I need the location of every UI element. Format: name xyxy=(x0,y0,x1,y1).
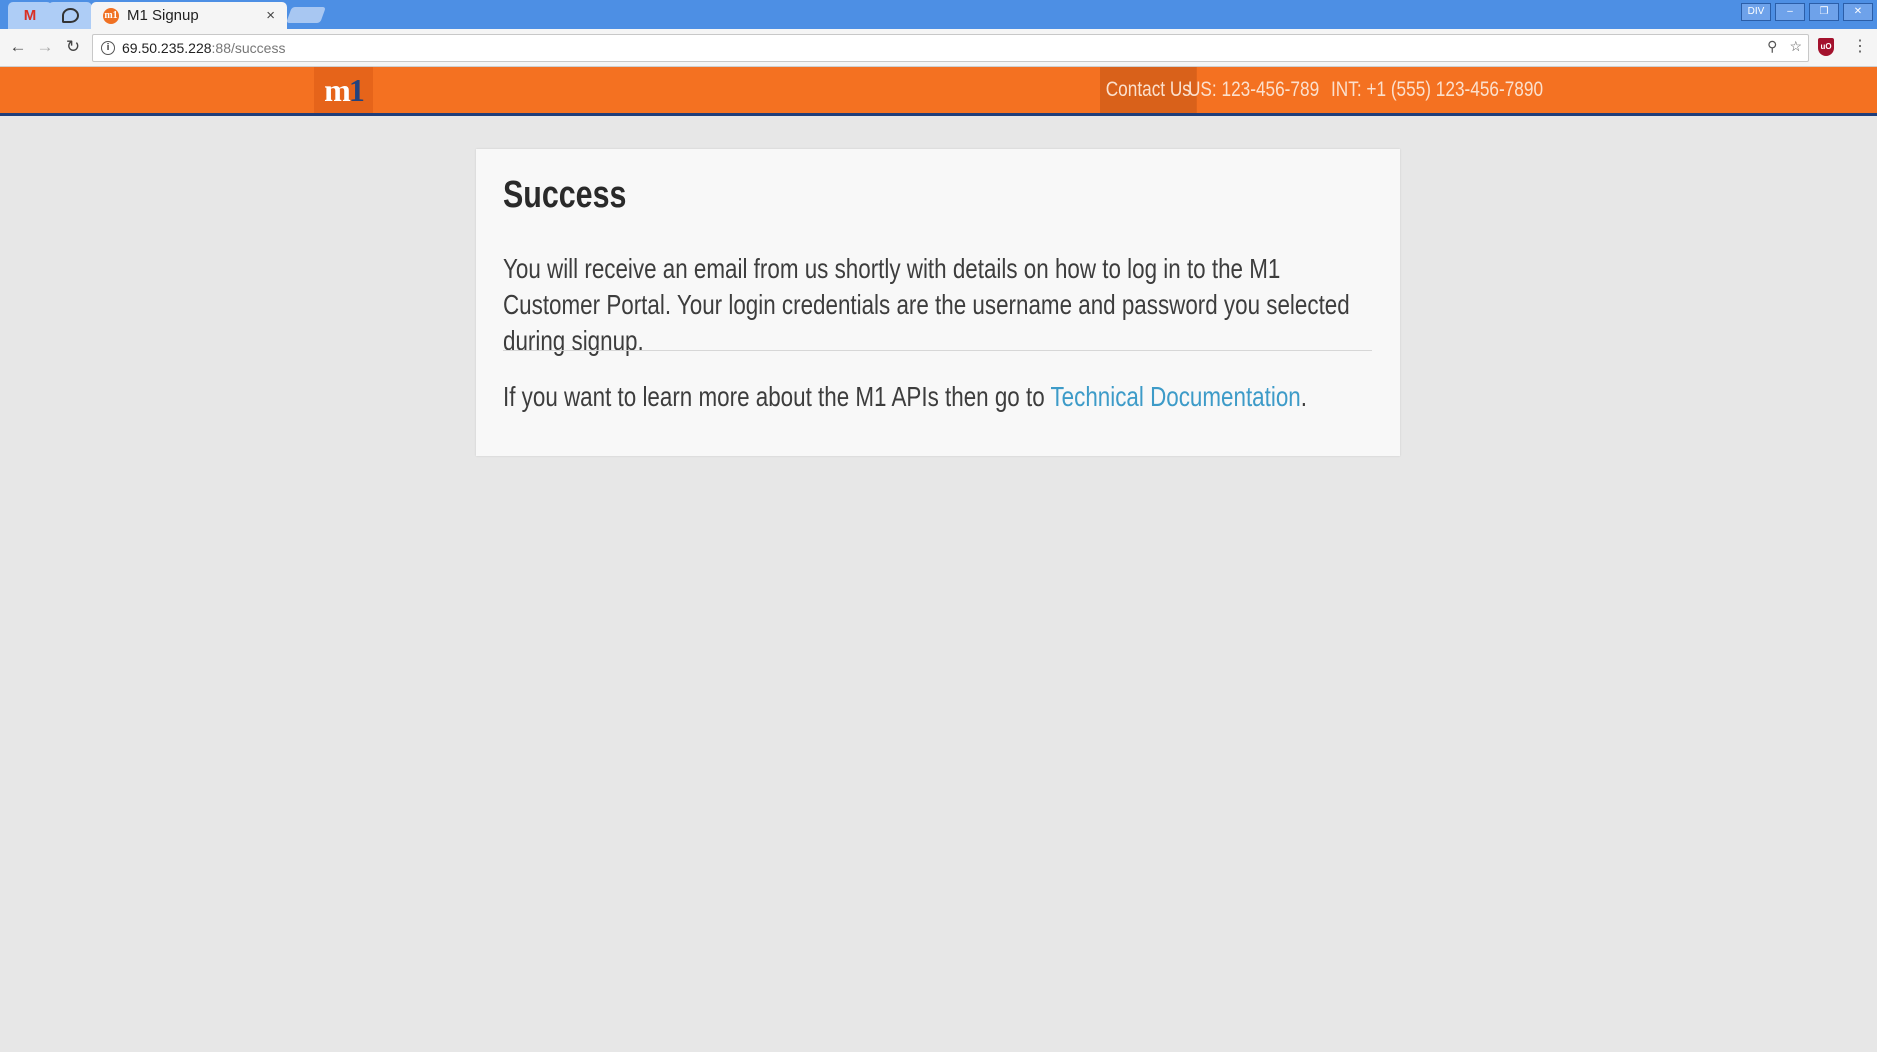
site-header: m1 Contact Us US: 123-456-789 INT: +1 (5… xyxy=(0,67,1877,116)
ublock-extension-icon[interactable]: uO xyxy=(1818,38,1834,56)
forward-button[interactable]: → xyxy=(35,37,55,57)
m1-favicon-icon: m1 xyxy=(103,7,119,24)
tab-close-icon[interactable]: × xyxy=(266,7,275,24)
key-icon[interactable]: ⚲ xyxy=(1767,38,1777,55)
success-message: You will receive an email from us shortl… xyxy=(503,253,1350,356)
info-icon[interactable]: i xyxy=(101,41,115,55)
minimize-button[interactable]: – xyxy=(1775,3,1805,21)
phone-international: INT: +1 (555) 123-456-7890 xyxy=(1331,78,1544,101)
restore-button[interactable]: ❐ xyxy=(1809,3,1839,21)
back-button[interactable]: ← xyxy=(8,37,28,57)
bookmark-star-icon[interactable]: ☆ xyxy=(1789,38,1802,55)
url-path: :88/success xyxy=(211,40,286,56)
window-controls: DIV – ❐ ✕ xyxy=(1741,3,1873,21)
gmail-icon: M xyxy=(23,7,37,24)
pinned-tab-gmail[interactable]: M xyxy=(8,2,52,29)
docs-message: If you want to learn more about the M1 A… xyxy=(503,379,1307,415)
profile-button[interactable]: DIV xyxy=(1741,3,1771,21)
browser-menu-icon[interactable]: ⋮ xyxy=(1852,37,1868,57)
address-bar[interactable]: i 69.50.235.228 :88/success ⚲ ☆ xyxy=(92,34,1809,62)
divider xyxy=(503,350,1372,351)
page-title: Success xyxy=(503,174,627,216)
browser-tab-strip: M m1 M1 Signup × DIV – ❐ ✕ xyxy=(0,0,1877,29)
success-card: Success You will receive an email from u… xyxy=(476,149,1400,456)
contact-us-link[interactable]: Contact Us xyxy=(1100,67,1197,113)
browser-toolbar: ← → ↻ i 69.50.235.228 :88/success ⚲ ☆ uO… xyxy=(0,29,1877,67)
logo-text: m1 xyxy=(324,71,365,108)
technical-documentation-link[interactable]: Technical Documentation xyxy=(1050,381,1300,412)
url-host: 69.50.235.228 xyxy=(122,40,212,56)
docs-message-suffix: . xyxy=(1300,381,1307,412)
close-window-button[interactable]: ✕ xyxy=(1843,3,1873,21)
omnibox-actions: ⚲ ☆ xyxy=(1767,38,1802,55)
reload-button[interactable]: ↻ xyxy=(63,37,83,57)
m1-logo[interactable]: m1 xyxy=(314,67,373,113)
phone-us: US: 123-456-789 xyxy=(1188,78,1320,101)
chat-bubble-icon xyxy=(61,8,79,23)
docs-message-prefix: If you want to learn more about the M1 A… xyxy=(503,381,1051,412)
pinned-tab-hangouts[interactable] xyxy=(48,2,92,29)
tab-m1-signup[interactable]: m1 M1 Signup × xyxy=(91,2,287,29)
tab-title: M1 Signup xyxy=(127,7,199,24)
new-tab-button[interactable] xyxy=(286,7,326,23)
